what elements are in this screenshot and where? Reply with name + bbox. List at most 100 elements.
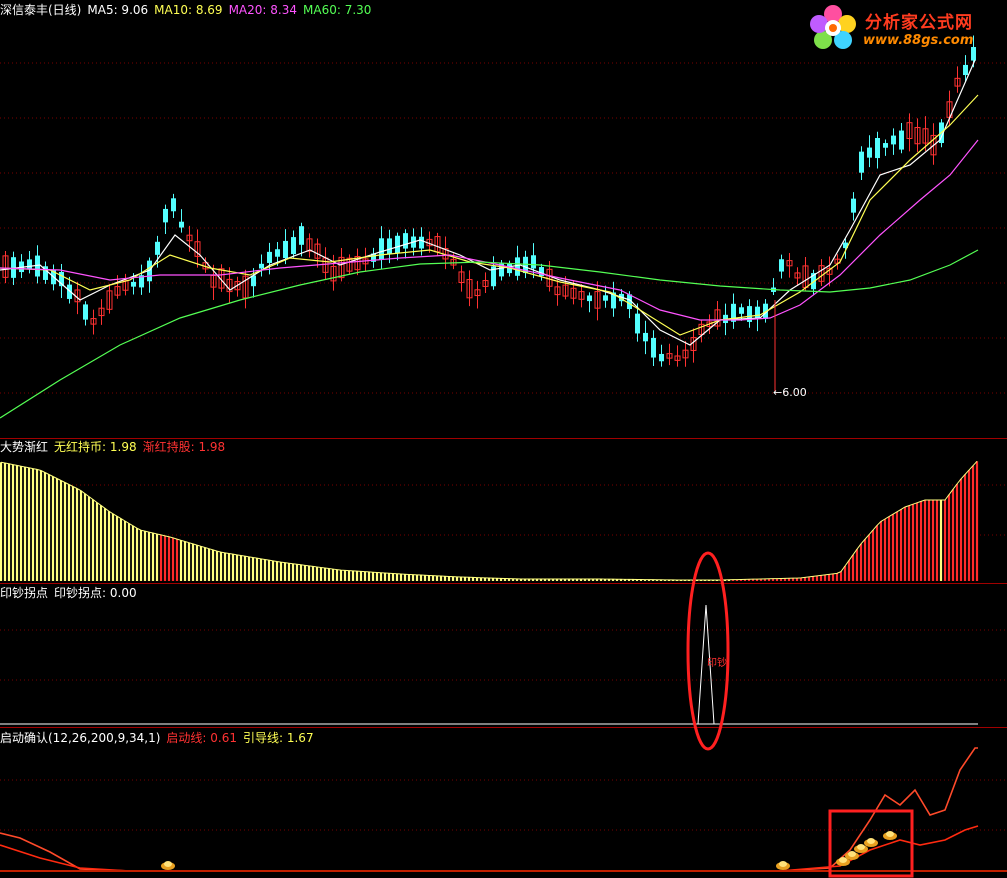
candlestick[interactable] — [578, 283, 585, 308]
candlestick[interactable] — [474, 280, 481, 309]
flower-logo-icon — [810, 5, 856, 49]
candlestick[interactable] — [731, 293, 736, 329]
candlestick[interactable] — [346, 254, 353, 275]
candlestick[interactable] — [802, 257, 809, 291]
candlestick[interactable] — [83, 301, 88, 326]
candlestick[interactable] — [651, 330, 656, 367]
candlestick[interactable] — [818, 259, 825, 286]
candlestick[interactable] — [682, 340, 689, 367]
candlestick[interactable] — [771, 278, 776, 295]
gold-ingot-icon — [161, 861, 175, 870]
moving-average-lines — [0, 59, 979, 419]
trend-histogram — [0, 461, 979, 581]
candlestick-series[interactable] — [2, 35, 976, 367]
candlestick[interactable] — [666, 343, 673, 366]
candlestick[interactable] — [122, 273, 129, 296]
logo-url: www.88gs.com — [863, 33, 974, 48]
candlestick[interactable] — [587, 292, 592, 313]
panel2-line1-label: 无红持币: 1.98 — [54, 440, 137, 454]
candlestick[interactable] — [674, 345, 681, 367]
signal-highlight-ellipse — [686, 551, 730, 751]
candlestick[interactable] — [442, 236, 449, 270]
candlestick[interactable] — [779, 254, 784, 279]
candlestick[interactable] — [906, 113, 913, 152]
panel4-name: 启动确认(12,26,200,9,34,1) — [0, 731, 161, 745]
candlestick[interactable] — [859, 146, 864, 180]
candlestick[interactable] — [515, 245, 520, 281]
candlestick[interactable] — [226, 267, 233, 303]
ma10-line — [0, 94, 979, 336]
main-panel-header: 深信泰丰(日线) MA5: 9.06 MA10: 8.69 MA20: 8.34 MA6… — [0, 3, 377, 17]
candlestick[interactable] — [242, 269, 249, 309]
candlestick[interactable] — [914, 118, 921, 152]
candlestick[interactable] — [794, 267, 801, 286]
panel2-name: 大势渐红 — [0, 440, 49, 454]
candlestick[interactable] — [322, 247, 329, 280]
candlestick[interactable] — [875, 131, 880, 169]
gold-ingot-icon — [864, 838, 878, 847]
candlestick[interactable] — [747, 299, 752, 328]
candlestick[interactable] — [59, 263, 64, 298]
ma60-label: MA60: 7.30 — [303, 3, 372, 17]
candlestick[interactable] — [27, 250, 32, 274]
candlestick[interactable] — [291, 230, 296, 258]
candlestick[interactable] — [306, 233, 313, 258]
candlestick[interactable] — [690, 328, 697, 363]
candlestick[interactable] — [698, 320, 705, 343]
candlestick[interactable] — [491, 256, 496, 290]
candlestick[interactable] — [2, 251, 9, 284]
candlestick[interactable] — [883, 139, 888, 156]
candlestick[interactable] — [603, 285, 608, 308]
candlestick[interactable] — [98, 299, 105, 325]
signal-peak-text: 印钞 — [707, 656, 727, 669]
candlestick[interactable] — [466, 270, 473, 307]
candlestick[interactable] — [594, 281, 601, 321]
candlestick[interactable] — [714, 301, 721, 330]
candlestick[interactable] — [899, 122, 904, 154]
ma10-label: MA10: 8.69 — [154, 3, 223, 17]
ma5-line — [0, 59, 976, 346]
candlestick[interactable] — [786, 253, 793, 278]
candlestick[interactable] — [458, 265, 465, 292]
candlestick[interactable] — [19, 254, 24, 279]
trend-outline — [0, 460, 978, 581]
logo-title: 分析家公式网 — [865, 13, 973, 33]
candlestick[interactable] — [106, 283, 113, 314]
candlestick[interactable] — [90, 309, 97, 335]
panel4-line2-label: 引导线: 1.67 — [243, 731, 314, 745]
panel3-header: 印钞拐点 印钞拐点: 0.00 — [0, 586, 143, 600]
ma20-line — [0, 139, 979, 321]
candlestick[interactable] — [259, 254, 264, 277]
candlestick[interactable] — [554, 279, 561, 306]
panel-separators — [0, 438, 1007, 728]
candlestick[interactable] — [659, 344, 664, 367]
candlestick[interactable] — [379, 226, 384, 270]
candlestick[interactable] — [163, 204, 168, 235]
candlestick[interactable] — [643, 320, 648, 355]
stock-title: 深信泰丰(日线) — [0, 3, 82, 17]
panel3-value-label: 印钞拐点: 0.00 — [54, 586, 137, 600]
candlestick[interactable] — [611, 281, 616, 317]
candlestick[interactable] — [851, 192, 856, 221]
candlestick[interactable] — [299, 222, 304, 257]
gold-ingot-icon — [883, 831, 897, 840]
ma20-label: MA20: 8.34 — [228, 3, 297, 17]
candlestick[interactable] — [867, 135, 872, 168]
candlestick[interactable] — [482, 272, 489, 294]
ma5-label: MA5: 9.06 — [87, 3, 149, 17]
candlestick[interactable] — [891, 128, 896, 155]
candlestick[interactable] — [43, 261, 48, 284]
candlestick[interactable] — [147, 257, 152, 293]
candlestick[interactable] — [139, 264, 144, 295]
candlestick[interactable] — [179, 209, 184, 233]
candlestick[interactable] — [194, 229, 201, 268]
candlestick[interactable] — [371, 247, 376, 268]
candlestick[interactable] — [362, 247, 369, 271]
candlestick[interactable] — [171, 193, 176, 219]
candlestick[interactable] — [954, 66, 961, 93]
panel3-name: 印钞拐点 — [0, 586, 49, 600]
candlestick[interactable] — [387, 229, 392, 264]
gold-ingot-icon — [776, 861, 790, 870]
stock-chart-canvas[interactable]: ←6.00 印钞 — [0, 0, 1007, 878]
candlestick[interactable] — [35, 245, 40, 284]
